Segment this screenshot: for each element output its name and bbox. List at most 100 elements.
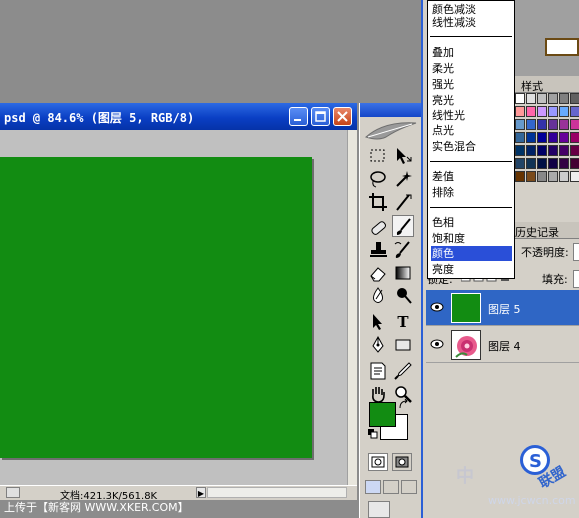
move-tool[interactable] (392, 145, 414, 167)
blend-item[interactable]: 实色混合 (431, 139, 476, 154)
color-swatch[interactable] (559, 106, 569, 117)
lasso-tool[interactable] (367, 168, 389, 190)
default-colors-icon[interactable] (368, 429, 378, 439)
color-swatch[interactable] (548, 106, 558, 117)
quick-mask-button[interactable] (392, 453, 412, 471)
color-swatch[interactable] (559, 93, 569, 104)
color-swatch[interactable] (537, 158, 547, 169)
horizontal-scrollbar[interactable] (207, 487, 347, 498)
screen-mode-menu[interactable] (383, 480, 399, 494)
color-swatch[interactable] (548, 145, 558, 156)
color-swatch[interactable] (537, 93, 547, 104)
blend-item[interactable]: 强光 (431, 77, 454, 92)
color-swatch[interactable] (526, 145, 536, 156)
dodge-tool[interactable] (392, 285, 414, 307)
color-swatch[interactable] (559, 158, 569, 169)
color-swatch[interactable] (515, 106, 525, 117)
color-swatch[interactable] (570, 158, 579, 169)
screen-mode-full[interactable] (401, 480, 417, 494)
color-swatch[interactable] (559, 132, 569, 143)
rect-shape-tool[interactable] (392, 334, 414, 356)
blend-item[interactable]: 颜色 (431, 246, 512, 261)
color-swatch[interactable] (537, 106, 547, 117)
maximize-button[interactable] (311, 107, 330, 126)
brush-tool[interactable] (392, 215, 414, 237)
layer-row[interactable]: 图层 5 (426, 290, 579, 326)
eyedropper-tool[interactable] (392, 360, 414, 382)
gradient-tool[interactable] (392, 262, 414, 284)
blend-item[interactable]: 亮度 (431, 262, 454, 277)
fill-input[interactable] (573, 270, 579, 288)
color-swatch[interactable] (559, 119, 569, 130)
color-swatch[interactable] (570, 145, 579, 156)
color-swatch[interactable] (548, 119, 558, 130)
close-button[interactable] (333, 107, 352, 126)
color-swatch[interactable] (515, 145, 525, 156)
notes-tool[interactable] (367, 360, 389, 382)
color-swatch[interactable] (526, 106, 536, 117)
color-swatch[interactable] (570, 119, 579, 130)
history-tab[interactable]: 历史记录 (515, 224, 559, 240)
color-swatch[interactable] (548, 171, 558, 182)
blend-item[interactable]: 排除 (431, 185, 454, 200)
color-swatch[interactable] (548, 132, 558, 143)
vertical-scrollbar[interactable] (347, 130, 357, 485)
color-swatch[interactable] (537, 132, 547, 143)
swatch-grid[interactable] (515, 93, 579, 188)
color-swatch[interactable] (548, 93, 558, 104)
color-swatch[interactable] (515, 93, 525, 104)
jump-to-imageready[interactable] (368, 501, 390, 518)
color-swatch[interactable] (515, 119, 525, 130)
minimize-button[interactable] (289, 107, 308, 126)
document-canvas[interactable] (0, 157, 312, 458)
color-swatch[interactable] (537, 171, 547, 182)
color-swatch[interactable] (515, 132, 525, 143)
color-swatch[interactable] (537, 119, 547, 130)
color-swatch[interactable] (570, 171, 579, 182)
blend-item[interactable]: 叠加 (431, 45, 454, 60)
document-titlebar[interactable]: psd @ 84.6% (图层 5, RGB/8) (0, 103, 357, 130)
color-swatch[interactable] (559, 145, 569, 156)
blur-tool[interactable] (367, 285, 389, 307)
magic-wand-tool[interactable] (392, 168, 414, 190)
color-swatch[interactable] (570, 106, 579, 117)
color-swatch[interactable] (526, 158, 536, 169)
color-swatch[interactable] (526, 93, 536, 104)
foreground-color-swatch[interactable] (369, 402, 396, 427)
eraser-tool[interactable] (367, 262, 389, 284)
rect-marquee-tool[interactable] (367, 145, 389, 167)
color-swatch[interactable] (570, 132, 579, 143)
color-swatch[interactable] (526, 132, 536, 143)
canvas-area[interactable] (0, 130, 347, 485)
crop-tool[interactable] (367, 191, 389, 213)
healing-brush-tool[interactable] (367, 217, 389, 239)
swap-colors-icon[interactable] (398, 399, 410, 411)
screen-mode-standard[interactable] (365, 480, 381, 494)
opacity-input[interactable] (573, 243, 579, 261)
color-swatch[interactable] (548, 158, 558, 169)
toolbox-titlebar[interactable] (360, 103, 421, 117)
visibility-eye-icon[interactable] (430, 339, 444, 349)
color-swatch[interactable] (515, 158, 525, 169)
color-swatch[interactable] (515, 171, 525, 182)
styles-tab[interactable]: 样式 (521, 78, 543, 94)
type-tool[interactable]: T (392, 311, 414, 333)
path-select-tool[interactable] (367, 311, 389, 333)
clone-stamp-tool[interactable] (367, 239, 389, 261)
navigator-view-box[interactable] (545, 38, 579, 56)
status-menu-button[interactable] (6, 487, 20, 498)
color-swatch[interactable] (526, 119, 536, 130)
blend-item[interactable]: 点光 (431, 123, 454, 138)
blend-item[interactable]: 亮光 (431, 93, 454, 108)
color-swatch[interactable] (537, 145, 547, 156)
color-swatch[interactable] (526, 171, 536, 182)
blend-item[interactable]: 差值 (431, 169, 454, 184)
layer-row[interactable]: 图层 4 (426, 327, 579, 363)
blend-item[interactable]: 线性光 (431, 108, 465, 123)
status-arrow-button[interactable]: ▶ (196, 487, 206, 498)
blend-item[interactable]: 饱和度 (431, 231, 465, 246)
visibility-eye-icon[interactable] (430, 302, 444, 312)
color-swatch[interactable] (570, 93, 579, 104)
history-brush-tool[interactable] (392, 239, 414, 261)
blend-item[interactable]: 色相 (431, 215, 454, 230)
